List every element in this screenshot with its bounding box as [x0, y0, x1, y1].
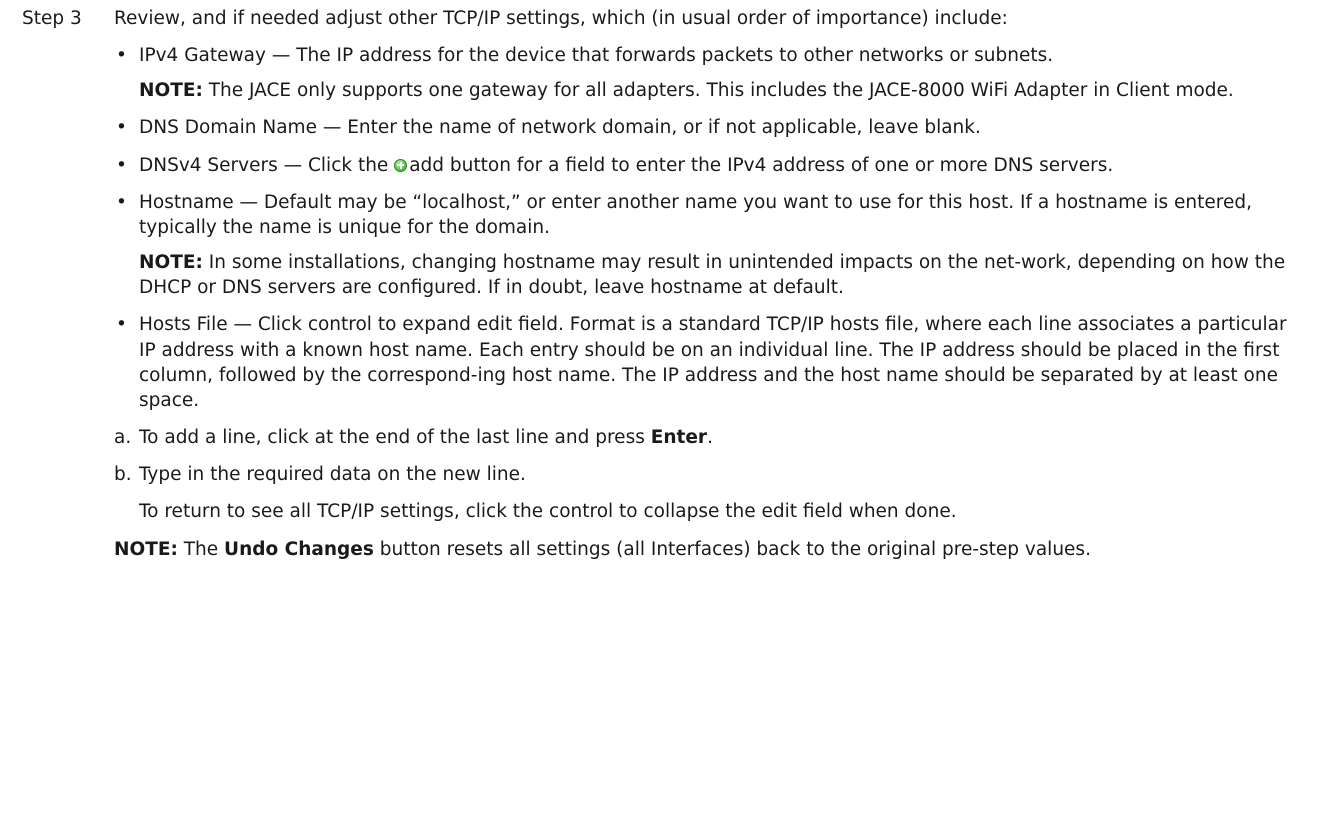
substep-b-text: Type in the required data on the new lin… [139, 464, 526, 486]
hosts-file-text: Hosts File — Click control to expand edi… [139, 314, 1287, 411]
bullet-dot: • [116, 314, 127, 336]
bullet-hosts-file: • Hosts File — Click control to expand e… [114, 312, 1304, 413]
substep-marker: a. [114, 427, 132, 449]
substep-a: a. To add a line, click at the end of th… [114, 425, 1304, 450]
final-note-text-after: button resets all settings (all Interfac… [373, 538, 1091, 560]
substep-marker: b. [114, 464, 132, 486]
bullet-dot: • [116, 45, 127, 67]
enter-key-label: Enter [650, 427, 708, 449]
step-label: Step 3 [22, 8, 82, 29]
bullet-dns-servers: • DNSv4 Servers — Click the add button f… [114, 153, 1304, 178]
hostname-text: Hostname — Default may be “localhost,” o… [139, 191, 1252, 238]
bullet-ipv4-gateway: • IPv4 Gateway — The IP address for the … [114, 43, 1304, 68]
substep-a-text: To add a line, click at the end of the l… [139, 425, 1304, 450]
note-label: NOTE: [139, 252, 203, 274]
hostname-note: NOTE: In some installations, changing ho… [139, 250, 1304, 300]
note-label: NOTE: [114, 538, 178, 560]
step-content: Review, and if needed adjust other TCP/I… [114, 6, 1304, 562]
bullet-hostname: • Hostname — Default may be “localhost,”… [114, 190, 1304, 240]
ipv4-gateway-text: IPv4 Gateway — The IP address for the de… [139, 45, 1054, 67]
dns-domain-text: DNS Domain Name — Enter the name of netw… [139, 117, 981, 139]
gateway-note: NOTE: The JACE only supports one gateway… [139, 78, 1304, 103]
bullet-dot: • [116, 191, 127, 213]
substep-a-end: . [707, 427, 713, 449]
document-page: Step 3 Review, and if needed adjust othe… [0, 0, 1321, 821]
bullet-dot: • [116, 154, 127, 176]
dns-servers-text-before: DNSv4 Servers — Click the [139, 154, 395, 176]
dns-servers-text: DNSv4 Servers — Click the add button for… [139, 153, 1304, 178]
final-note-text-before: The [177, 538, 225, 560]
bullet-dot: • [116, 117, 127, 139]
bullet-dns-domain: • DNS Domain Name — Enter the name of ne… [114, 115, 1304, 140]
gateway-note-text: The JACE only supports one gateway for a… [202, 80, 1234, 102]
add-icon [394, 158, 408, 172]
undo-changes-label: Undo Changes [224, 538, 374, 560]
return-instruction: To return to see all TCP/IP settings, cl… [139, 501, 957, 523]
undo-changes-note: NOTE: The Undo Changes button resets all… [114, 537, 1304, 562]
hostname-note-text: In some installations, changing hostname… [139, 252, 1286, 299]
step-intro: Review, and if needed adjust other TCP/I… [114, 8, 1008, 29]
substep-b: b. Type in the required data on the new … [114, 462, 1304, 487]
dns-servers-text-after: add button for a field to enter the IPv4… [409, 154, 1114, 176]
note-label: NOTE: [139, 80, 203, 102]
substep-a-text-main: To add a line, click at the end of the l… [139, 427, 651, 449]
